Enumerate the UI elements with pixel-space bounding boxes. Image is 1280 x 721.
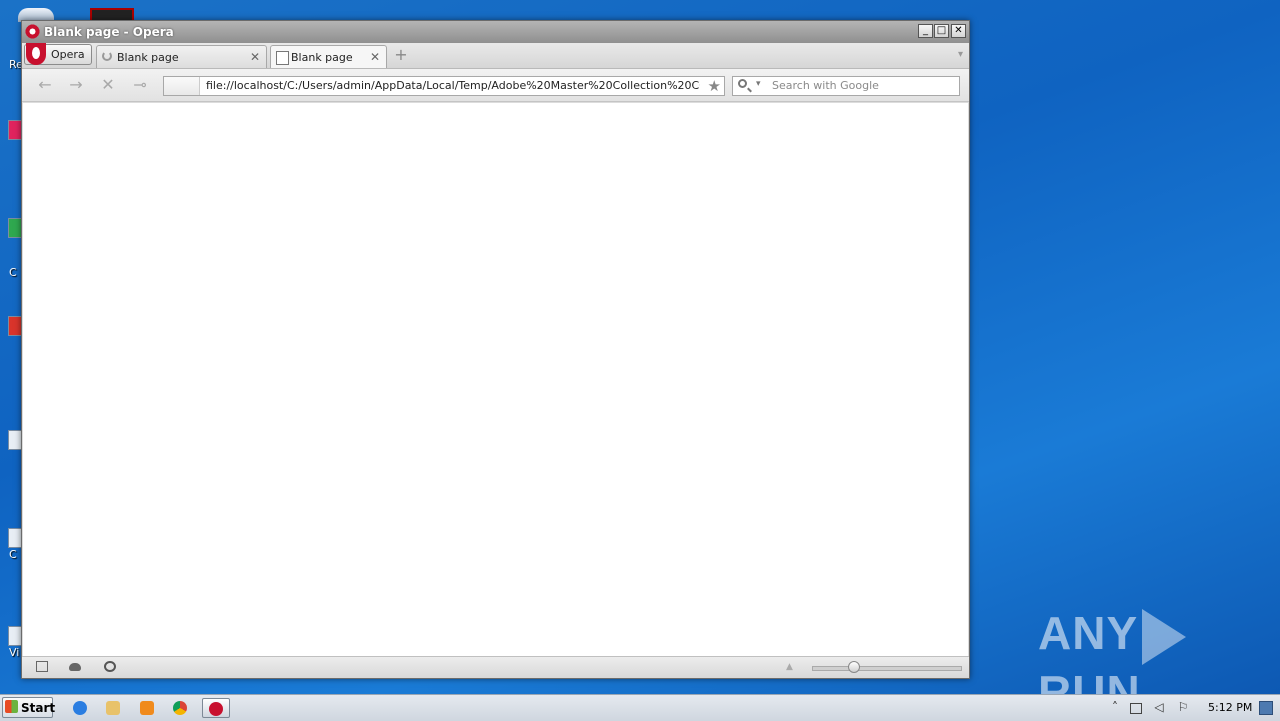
- search-placeholder[interactable]: Search with Google: [772, 79, 879, 92]
- address-input[interactable]: file://localhost/C:/Users/admin/AppData/…: [206, 79, 700, 92]
- search-engine-dropdown-icon[interactable]: ▾: [756, 79, 761, 89]
- taskbar-media-player[interactable]: [136, 698, 158, 718]
- back-button[interactable]: ←: [36, 76, 54, 94]
- address-bar[interactable]: file://localhost/C:/Users/admin/AppData/…: [163, 76, 725, 96]
- start-button[interactable]: Start: [2, 697, 56, 718]
- tab-label: Blank page: [117, 51, 179, 64]
- opera-menu-label: Opera: [51, 48, 85, 61]
- taskbar-chrome[interactable]: [169, 698, 191, 718]
- new-tab-button[interactable]: +: [394, 47, 408, 63]
- tab-blank-page-loading[interactable]: Blank page ✕: [96, 45, 267, 68]
- clock[interactable]: 5:12 PM: [1208, 701, 1252, 714]
- network-icon[interactable]: [1130, 703, 1142, 714]
- taskbar: Start ˄ ◁ ⚐ 5:12 PM: [0, 694, 1280, 721]
- opera-menu-button[interactable]: Opera: [24, 43, 92, 65]
- stop-button[interactable]: ✕: [99, 76, 117, 94]
- panel-toggle-icon[interactable]: [36, 661, 48, 672]
- opera-logo-icon: [25, 24, 40, 39]
- opera-window: Blank page - Opera _ □ ✕ Opera Blank pag…: [21, 20, 970, 679]
- file-explorer-icon: [106, 701, 120, 715]
- show-desktop-button[interactable]: [1259, 701, 1273, 715]
- start-label: Start: [21, 701, 56, 715]
- system-tray: ˄ ◁ ⚐ 5:12 PM: [1105, 697, 1277, 719]
- status-bar: ▲: [22, 656, 969, 678]
- volume-icon[interactable]: ◁: [1153, 701, 1165, 714]
- loading-spinner-icon: [102, 51, 112, 61]
- opera-turbo-icon[interactable]: [104, 661, 116, 672]
- taskbar-opera[interactable]: [202, 698, 230, 718]
- windows-logo-icon: [5, 700, 18, 713]
- zoom-arrow-icon[interactable]: ▲: [786, 662, 793, 672]
- tab-close-icon[interactable]: ✕: [250, 50, 260, 64]
- action-center-flag-icon[interactable]: ⚐: [1177, 701, 1189, 714]
- desktop-icon-label: Vi: [9, 646, 20, 659]
- tab-label: Blank page: [291, 51, 353, 64]
- title-bar[interactable]: Blank page - Opera _ □ ✕: [22, 21, 969, 43]
- forward-button[interactable]: →: [67, 76, 85, 94]
- show-hidden-icons-button[interactable]: ˄: [1109, 701, 1121, 714]
- internet-explorer-icon: [73, 701, 87, 715]
- opera-logo-icon: [26, 43, 46, 65]
- minimize-button[interactable]: _: [918, 24, 933, 38]
- close-button[interactable]: ✕: [951, 24, 966, 38]
- key-icon[interactable]: ⊸: [131, 76, 149, 94]
- opera-link-icon[interactable]: [69, 663, 81, 671]
- page-icon: [276, 51, 289, 65]
- tab-blank-page-active[interactable]: Blank page ✕: [270, 45, 387, 68]
- desktop-icon-label: C: [9, 266, 17, 279]
- zoom-slider-thumb[interactable]: [848, 661, 860, 673]
- tab-bar: Opera Blank page ✕ Blank page ✕ + ▾: [22, 43, 969, 69]
- bookmark-star-icon[interactable]: ★: [708, 77, 721, 95]
- page-content-area[interactable]: [23, 103, 968, 656]
- navigation-toolbar: ← → ✕ ⊸ file://localhost/C:/Users/admin/…: [22, 69, 969, 102]
- desktop-icon-label: C: [9, 548, 17, 561]
- search-icon: [738, 79, 747, 88]
- tab-menu-chevron-icon[interactable]: ▾: [958, 49, 963, 60]
- play-logo-icon: [1142, 608, 1187, 665]
- opera-icon: [209, 702, 223, 716]
- watermark-text-left: ANY: [1038, 607, 1139, 659]
- zoom-slider[interactable]: [812, 666, 962, 671]
- site-badge[interactable]: [164, 77, 200, 95]
- taskbar-internet-explorer[interactable]: [69, 698, 91, 718]
- tab-close-icon[interactable]: ✕: [370, 50, 380, 64]
- maximize-button[interactable]: □: [934, 24, 949, 38]
- chrome-icon: [173, 701, 187, 715]
- taskbar-file-explorer[interactable]: [102, 698, 124, 718]
- window-title: Blank page - Opera: [44, 25, 174, 39]
- search-field[interactable]: ▾ Search with Google: [732, 76, 960, 96]
- media-player-icon: [140, 701, 154, 715]
